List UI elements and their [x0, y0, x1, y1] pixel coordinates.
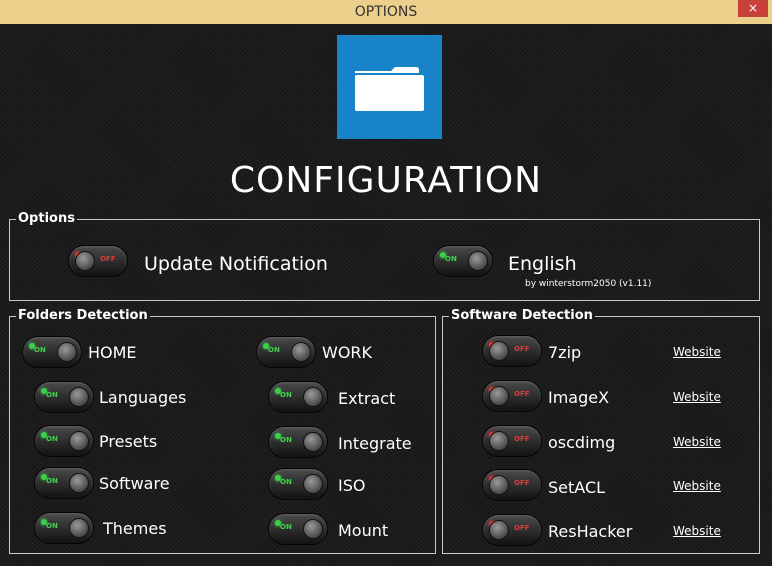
work-label: WORK	[322, 343, 373, 362]
toggle-knob	[291, 342, 311, 362]
toggle-knob	[303, 432, 323, 452]
work-toggle[interactable]: ON	[256, 336, 316, 368]
languages-toggle[interactable]: ON	[34, 381, 94, 413]
integrate-label: Integrate	[338, 434, 412, 453]
7zip-website-link[interactable]: Website	[673, 345, 721, 359]
extract-toggle[interactable]: ON	[268, 381, 328, 413]
toggle-knob	[57, 342, 77, 362]
themes-toggle[interactable]: ON	[34, 512, 94, 544]
toggle-text: ON	[46, 522, 58, 530]
toggle-text: ON	[280, 391, 292, 399]
presets-toggle[interactable]: ON	[34, 425, 94, 457]
setacl-toggle[interactable]: OFF	[482, 469, 542, 501]
options-window: OPTIONS × CONFIGURATION Options OFF Upda…	[0, 0, 772, 566]
toggle-knob	[69, 518, 89, 538]
update-notification-toggle[interactable]: OFF	[68, 245, 128, 277]
imagex-website-link[interactable]: Website	[673, 390, 721, 404]
toggle-text: ON	[445, 255, 457, 263]
toggle-knob	[489, 341, 509, 361]
7zip-label: 7zip	[548, 343, 582, 362]
reshacker-website-link[interactable]: Website	[673, 524, 721, 538]
toggle-text: ON	[280, 523, 292, 531]
toggle-knob	[468, 251, 488, 271]
folders-detection-legend: Folders Detection	[16, 308, 150, 324]
themes-label: Themes	[103, 519, 167, 538]
title-bar: OPTIONS ×	[0, 0, 772, 24]
imagex-toggle[interactable]: OFF	[482, 380, 542, 412]
options-legend: Options	[16, 211, 77, 227]
toggle-knob	[489, 520, 509, 540]
toggle-knob	[303, 474, 323, 494]
toggle-knob	[69, 431, 89, 451]
mount-label: Mount	[338, 521, 389, 540]
window-title: OPTIONS	[354, 4, 418, 20]
toggle-knob	[303, 387, 323, 407]
toggle-knob	[303, 519, 323, 539]
toggle-text: OFF	[514, 390, 530, 398]
toggle-text: OFF	[514, 345, 530, 353]
toggle-knob	[69, 473, 89, 493]
home-toggle[interactable]: ON	[22, 336, 82, 368]
toggle-text: OFF	[100, 255, 116, 263]
7zip-toggle[interactable]: OFF	[482, 335, 542, 367]
toggle-text: ON	[280, 478, 292, 486]
iso-label: ISO	[338, 476, 366, 495]
mount-toggle[interactable]: ON	[268, 513, 328, 545]
imagex-label: ImageX	[548, 388, 610, 407]
languages-label: Languages	[99, 388, 187, 407]
toggle-text: ON	[46, 477, 58, 485]
toggle-text: ON	[46, 391, 58, 399]
presets-label: Presets	[99, 432, 158, 451]
page-title: CONFIGURATION	[229, 160, 543, 201]
integrate-toggle[interactable]: ON	[268, 426, 328, 458]
toggle-knob	[489, 431, 509, 451]
toggle-text: OFF	[514, 524, 530, 532]
close-button[interactable]: ×	[738, 0, 768, 17]
reshacker-toggle[interactable]: OFF	[482, 514, 542, 546]
folder-icon	[355, 67, 424, 111]
toggle-text: ON	[46, 435, 58, 443]
setacl-label: SetACL	[548, 478, 606, 497]
toggle-text: ON	[280, 436, 292, 444]
software-folder-label: Software	[99, 474, 170, 493]
toggle-text: OFF	[514, 435, 530, 443]
toggle-knob	[489, 386, 509, 406]
setacl-website-link[interactable]: Website	[673, 479, 721, 493]
extract-label: Extract	[338, 389, 396, 408]
reshacker-label: ResHacker	[548, 522, 633, 541]
toggle-knob	[69, 387, 89, 407]
oscdimg-website-link[interactable]: Website	[673, 435, 721, 449]
toggle-knob	[489, 475, 509, 495]
toggle-text: OFF	[514, 479, 530, 487]
toggle-text: ON	[268, 346, 280, 354]
software-folder-toggle[interactable]: ON	[34, 467, 94, 499]
credit-text: by winterstorm2050 (v1.11)	[525, 279, 652, 289]
software-detection-legend: Software Detection	[449, 308, 595, 324]
language-label: English	[508, 253, 577, 275]
oscdimg-label: oscdimg	[548, 433, 616, 452]
update-notification-label: Update Notification	[144, 253, 328, 275]
toggle-text: ON	[34, 346, 46, 354]
iso-toggle[interactable]: ON	[268, 468, 328, 500]
oscdimg-toggle[interactable]: OFF	[482, 425, 542, 457]
toggle-knob	[75, 251, 95, 271]
folder-logo	[337, 35, 442, 139]
home-label: HOME	[88, 343, 137, 362]
language-toggle[interactable]: ON	[433, 245, 493, 277]
